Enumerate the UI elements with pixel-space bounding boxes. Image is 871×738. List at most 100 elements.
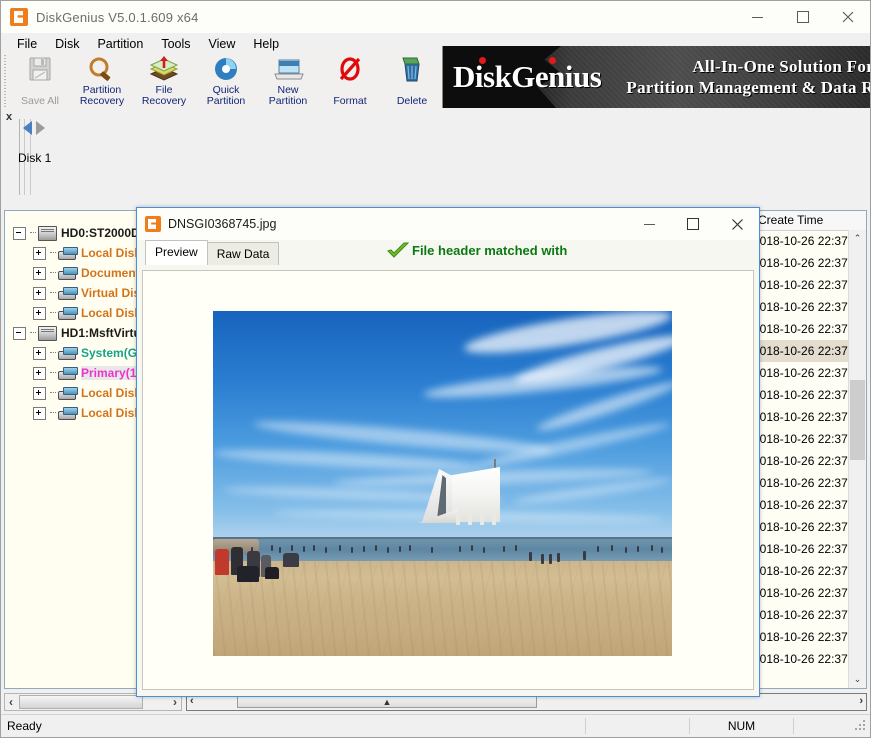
promo-banner: DiskGenius All-In-One Solution For Parti…: [442, 46, 870, 108]
expander-plus-icon[interactable]: [33, 407, 46, 420]
menu-view[interactable]: View: [200, 35, 245, 53]
window-controls: [735, 1, 870, 33]
maximize-button[interactable]: [780, 1, 825, 33]
expander-plus-icon[interactable]: [33, 287, 46, 300]
toolbar-grip[interactable]: [1, 55, 9, 107]
tab-raw-data[interactable]: Raw Data: [207, 242, 280, 265]
partition-recovery-label: Partition Recovery: [80, 85, 124, 106]
photo-beachgoer: [283, 553, 299, 567]
disk-map-panel: x Disk 1 System(G:) exFAT 50.0GB Primary…: [1, 109, 870, 207]
expander-plus-icon[interactable]: [33, 307, 46, 320]
label-line2: Partition: [269, 95, 308, 107]
scroll-down-arrow-icon[interactable]: ⌄: [849, 671, 866, 688]
expander-minus-icon[interactable]: [13, 227, 26, 240]
partition-icon: [58, 267, 77, 279]
file-recovery-icon: [147, 56, 181, 83]
tree-connector: [50, 372, 56, 374]
status-indicator-num: NUM: [690, 719, 793, 733]
new-partition-icon: [271, 56, 305, 83]
scroll-left-arrow-icon[interactable]: ‹: [5, 695, 17, 709]
photo-person: [313, 545, 315, 551]
dialog-preview-area: [142, 270, 754, 690]
diskmap-close-icon[interactable]: x: [6, 111, 12, 123]
menu-help[interactable]: Help: [244, 35, 288, 53]
menu-tools[interactable]: Tools: [152, 35, 199, 53]
file-list-vertical-scrollbar[interactable]: ⌃ ⌄: [848, 230, 866, 688]
expander-plus-icon[interactable]: [33, 267, 46, 280]
partition-recovery-icon: [85, 56, 119, 83]
dialog-minimize-button[interactable]: [627, 208, 671, 240]
tree-connector: [50, 352, 56, 354]
resize-grip-icon[interactable]: [854, 719, 868, 733]
partition-icon: [58, 287, 77, 299]
photo-sea: [213, 539, 672, 563]
quick-partition-button[interactable]: Quick Partition: [195, 54, 257, 109]
scroll-right-arrow-icon[interactable]: ›: [169, 695, 181, 709]
minimize-button[interactable]: [735, 1, 780, 33]
photo-person: [583, 551, 586, 560]
menu-disk[interactable]: Disk: [46, 35, 88, 53]
photo-person: [399, 546, 401, 552]
label-line2: Partition: [207, 95, 246, 107]
checkmark-icon: [387, 242, 409, 259]
format-icon: [333, 56, 367, 83]
column-header-create-time[interactable]: Create Time: [753, 211, 867, 230]
window-titlebar: DiskGenius V5.0.1.609 x64: [1, 1, 870, 33]
diskgenius-window: DiskGenius V5.0.1.609 x64 File Disk Part…: [0, 0, 871, 738]
photo-person: [279, 547, 281, 553]
preview-image: [213, 311, 672, 656]
new-partition-button[interactable]: New Partition: [257, 54, 319, 109]
dialog-titlebar: DNSGI0368745.jpg: [137, 208, 759, 240]
save-all-button[interactable]: Save All: [9, 54, 71, 109]
list-scroll-thumb[interactable]: ▲: [237, 696, 537, 708]
expander-plus-icon[interactable]: [33, 367, 46, 380]
photo-person: [471, 545, 473, 551]
vertical-scroll-thumb[interactable]: [850, 380, 865, 460]
diskgenius-logo-icon: [145, 216, 161, 232]
file-preview-dialog: DNSGI0368745.jpg Preview Raw Data File h…: [136, 207, 760, 697]
tree-connector: [50, 272, 56, 274]
photo-person: [251, 547, 253, 553]
dialog-tabstrip: Preview Raw Data File header matched wit…: [137, 240, 759, 265]
menu-file[interactable]: File: [8, 35, 46, 53]
logo-dot-left: [479, 57, 486, 64]
file-recovery-button[interactable]: File Recovery: [133, 54, 195, 109]
expander-plus-icon[interactable]: [33, 387, 46, 400]
photo-person: [549, 554, 552, 564]
label-line2: Recovery: [142, 95, 186, 107]
expander-plus-icon[interactable]: [33, 347, 46, 360]
delete-button[interactable]: Delete: [381, 54, 443, 109]
expander-minus-icon[interactable]: [13, 327, 26, 340]
photo-person: [541, 554, 544, 564]
tree-connector: [50, 292, 56, 294]
scroll-up-arrow-icon[interactable]: ⌃: [849, 230, 866, 247]
expander-plus-icon[interactable]: [33, 247, 46, 260]
photo-person: [651, 545, 653, 551]
menu-partition[interactable]: Partition: [88, 35, 152, 53]
banner-logo: DiskGenius: [453, 59, 601, 95]
photo-person: [303, 546, 305, 552]
harddisk-icon: [38, 326, 57, 341]
delete-icon: [395, 56, 429, 83]
tree-connector: [50, 412, 56, 414]
tree-scroll-thumb[interactable]: [19, 695, 143, 709]
format-button[interactable]: Format: [319, 54, 381, 109]
photo-beachgoer: [215, 549, 229, 575]
status-message: Ready: [1, 719, 42, 733]
photo-person: [291, 545, 293, 551]
dialog-close-button[interactable]: [715, 208, 759, 240]
back-arrow-icon[interactable]: [23, 121, 32, 135]
partition-recovery-button[interactable]: Partition Recovery: [71, 54, 133, 109]
close-button[interactable]: [825, 1, 870, 33]
photo-person: [483, 547, 485, 553]
tab-preview[interactable]: Preview: [145, 240, 208, 265]
dialog-maximize-button[interactable]: [671, 208, 715, 240]
list-scroll-right-arrow-icon[interactable]: ›: [859, 695, 863, 707]
tagline-line2: Partition Management & Data R: [626, 77, 870, 98]
tree-connector: [30, 332, 36, 334]
photo-beachgoer: [237, 566, 259, 582]
status-separator: [793, 718, 794, 734]
forward-arrow-icon[interactable]: [36, 121, 45, 135]
format-label: Format: [333, 85, 366, 107]
file-header-status-text: File header matched with: [412, 243, 567, 258]
